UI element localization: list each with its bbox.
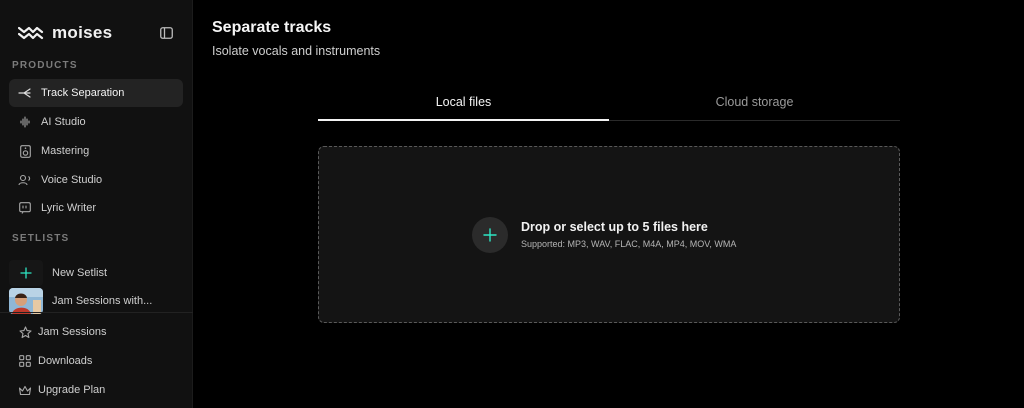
sidebar-item-mastering[interactable]: Mastering	[9, 137, 183, 165]
brand[interactable]: moises	[18, 22, 112, 44]
sidebar-item-upgrade-plan[interactable]: Upgrade Plan	[10, 376, 184, 404]
grid-icon	[18, 354, 32, 368]
sidebar-item-track-separation[interactable]: Track Separation	[9, 79, 183, 107]
moises-logo-icon	[18, 26, 44, 40]
page-title: Separate tracks	[212, 19, 332, 36]
brand-name: moises	[52, 23, 113, 42]
voice-icon	[18, 173, 32, 187]
crown-icon	[18, 383, 32, 397]
sidebar-item-label: Mastering	[41, 145, 90, 157]
sidebar-item-label: Downloads	[38, 355, 93, 367]
sidebar-item-downloads[interactable]: Downloads	[10, 347, 184, 375]
sidebar-item-label: AI Studio	[41, 116, 86, 128]
star-icon	[18, 325, 32, 339]
main-content: Separate tracks Isolate vocals and instr…	[194, 0, 1024, 408]
products-section-label: PRODUCTS	[12, 60, 78, 71]
setlist-label: New Setlist	[52, 267, 108, 279]
speaker-icon	[18, 144, 32, 158]
waveform-icon	[18, 115, 32, 129]
lyric-icon	[18, 201, 32, 215]
tab-local-files[interactable]: Local files	[318, 84, 609, 121]
file-dropzone[interactable]: Drop or select up to 5 files here Suppor…	[318, 146, 900, 323]
sidebar-item-voice-studio[interactable]: Voice Studio	[9, 166, 183, 194]
tab-cloud-storage[interactable]: Cloud storage	[609, 84, 900, 120]
sidebar-item-label: Voice Studio	[41, 174, 103, 186]
sidebar-item-jam-sessions[interactable]: Jam Sessions	[10, 318, 184, 346]
sidebar-item-ai-studio[interactable]: AI Studio	[9, 108, 183, 136]
new-setlist-button[interactable]: New Setlist	[9, 258, 183, 288]
setlists-section-label: SETLISTS	[12, 233, 70, 244]
plus-icon	[9, 260, 43, 286]
source-tabs: Local files Cloud storage	[318, 84, 900, 121]
add-files-button[interactable]	[472, 217, 508, 253]
sidebar-toggle-icon	[159, 27, 173, 39]
track-separation-icon	[18, 86, 32, 100]
sidebar: moises PRODUCTS Track Separation AI Stud…	[0, 0, 193, 408]
setlist-thumbnail	[9, 288, 43, 314]
plus-icon	[483, 228, 497, 242]
sidebar-item-lyric-writer[interactable]: Lyric Writer	[9, 194, 183, 222]
sidebar-item-label: Jam Sessions	[38, 326, 107, 338]
collapse-sidebar-button[interactable]	[159, 26, 173, 40]
sidebar-item-label: Upgrade Plan	[38, 384, 106, 396]
dropzone-title: Drop or select up to 5 files here	[521, 220, 708, 234]
setlist-label: Jam Sessions with...	[52, 295, 153, 307]
sidebar-divider	[0, 312, 193, 313]
sidebar-item-label: Lyric Writer	[41, 202, 96, 214]
sidebar-item-label: Track Separation	[41, 87, 125, 99]
page-subtitle: Isolate vocals and instruments	[212, 44, 381, 58]
supported-formats: Supported: MP3, WAV, FLAC, M4A, MP4, MOV…	[521, 239, 737, 249]
